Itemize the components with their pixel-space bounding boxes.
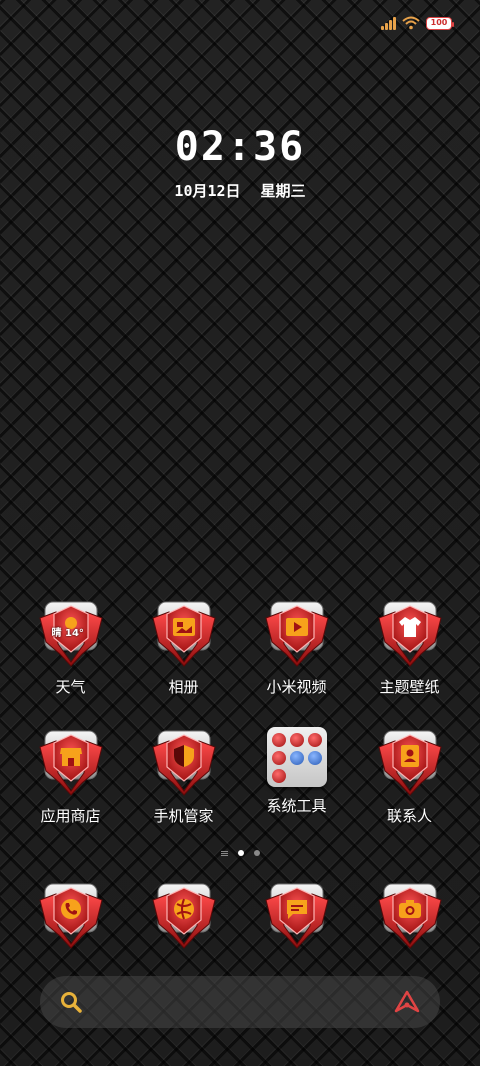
app-store[interactable]: 应用商店 <box>14 727 127 826</box>
battery-icon: 100 <box>426 16 454 30</box>
app-contacts[interactable]: 联系人 <box>353 727 466 826</box>
page-dot-active[interactable] <box>237 850 244 856</box>
security-icon <box>151 727 217 797</box>
phone-icon <box>38 880 104 950</box>
weekday-text: 星期三 <box>260 182 306 200</box>
clock-time[interactable]: 02:36 <box>0 124 480 170</box>
date-text: 10月12日 <box>174 182 241 200</box>
app-messages[interactable] <box>240 880 353 950</box>
search-bar[interactable] <box>40 976 440 1028</box>
app-grid-row-2: 应用商店 手机管家 系统工具 联系人 <box>14 727 466 826</box>
folder-system-tools[interactable]: 系统工具 <box>240 727 353 826</box>
status-bar: 100 <box>381 12 454 34</box>
page-indicator[interactable] <box>0 850 480 856</box>
app-security[interactable]: 手机管家 <box>127 727 240 826</box>
weather-temp: 晴 14° <box>51 628 84 639</box>
search-icon[interactable] <box>60 991 82 1013</box>
app-label: 手机管家 <box>153 807 214 825</box>
dock <box>14 880 466 950</box>
contacts-icon <box>377 727 443 797</box>
browser-icon <box>151 880 217 950</box>
app-label: 小米视频 <box>266 678 327 696</box>
app-gallery[interactable]: 相册 <box>127 598 240 697</box>
tools-folder-icon <box>266 727 327 787</box>
app-video[interactable]: 小米视频 <box>240 598 353 697</box>
clock-date[interactable]: 10月12日 星期三 <box>0 180 480 201</box>
app-weather[interactable]: 晴 14° 天气 <box>14 598 127 697</box>
app-label: 相册 <box>168 678 199 696</box>
page-dot[interactable] <box>253 850 260 856</box>
app-label: 联系人 <box>386 807 432 825</box>
video-icon <box>264 598 330 668</box>
store-icon <box>38 727 104 797</box>
gallery-icon <box>151 598 217 668</box>
app-label: 主题壁纸 <box>379 678 440 696</box>
app-label: 应用商店 <box>40 807 101 825</box>
battery-level: 100 <box>430 18 448 27</box>
wifi-icon <box>402 16 420 30</box>
app-themes[interactable]: 主题壁纸 <box>353 598 466 697</box>
app-label: 系统工具 <box>266 797 327 815</box>
camera-icon <box>377 880 443 950</box>
assistant-icon[interactable] <box>394 990 420 1014</box>
messages-icon <box>264 880 330 950</box>
app-browser[interactable] <box>127 880 240 950</box>
signal-icon <box>381 16 396 30</box>
theme-icon <box>377 598 443 668</box>
app-grid-row-1: 晴 14° 天气 相册 小米视频 主题壁纸 <box>14 598 466 697</box>
list-menu-icon[interactable] <box>220 850 228 856</box>
app-label: 天气 <box>55 678 86 696</box>
weather-icon: 晴 14° <box>38 598 104 668</box>
app-phone[interactable] <box>14 880 127 950</box>
app-camera[interactable] <box>353 880 466 950</box>
